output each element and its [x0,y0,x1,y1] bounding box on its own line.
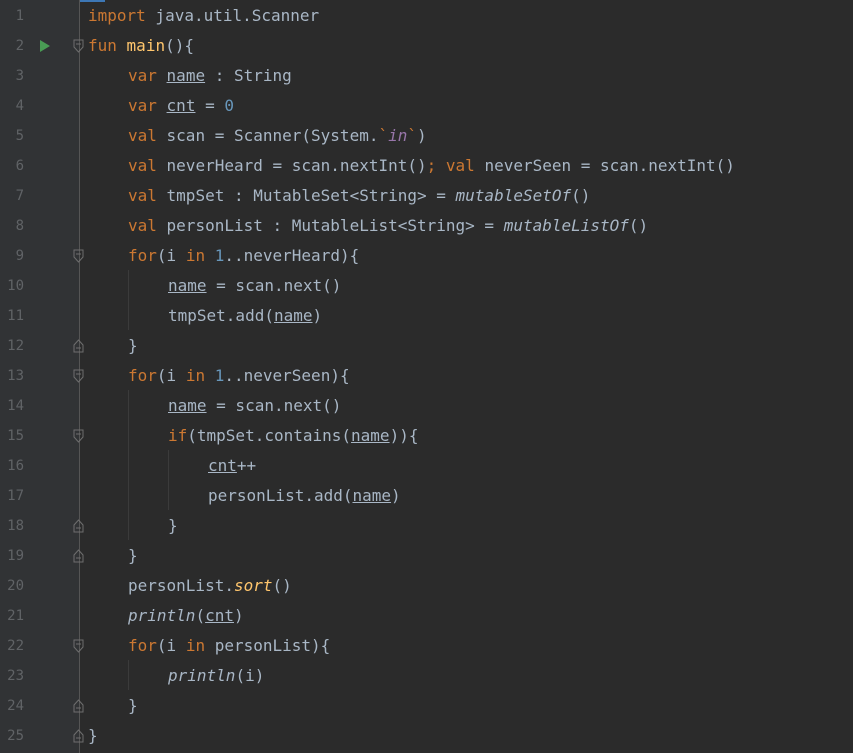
line-number: 10 [7,278,24,294]
code-line[interactable]: 20 personList.sort() [0,571,853,601]
line-number: 19 [7,548,24,564]
code-line[interactable]: 25 } [0,721,853,751]
fold-marker-icon[interactable] [73,39,84,53]
code-text[interactable]: println(i) [168,661,264,691]
code-line[interactable]: 22 for(i in personList){ [0,631,853,661]
line-number: 18 [7,518,24,534]
line-number: 4 [15,98,24,114]
line-number: 8 [15,218,24,234]
code-text[interactable]: } [128,691,138,721]
code-text[interactable]: for(i in personList){ [128,631,330,661]
fold-marker-icon[interactable] [73,429,84,443]
line-number: 22 [7,638,24,654]
code-editor[interactable]: 1 import java.util.Scanner 2 fun main(){… [0,0,853,753]
line-number: 13 [7,368,24,384]
code-text[interactable]: } [88,721,98,751]
code-line[interactable]: 8 val personList : MutableList<String> =… [0,211,853,241]
code-line[interactable]: 12 } [0,331,853,361]
code-line[interactable]: 5 val scan = Scanner(System.`in`) [0,121,853,151]
code-line[interactable]: 6 val neverHeard = scan.nextInt(); val n… [0,151,853,181]
code-line[interactable]: 10 name = scan.next() [0,271,853,301]
line-number: 25 [7,728,24,744]
code-text[interactable]: val tmpSet : MutableSet<String> = mutabl… [128,181,590,211]
code-line[interactable]: 18 } [0,511,853,541]
code-text[interactable]: val scan = Scanner(System.`in`) [128,121,427,151]
code-text[interactable]: val personList : MutableList<String> = m… [128,211,648,241]
line-number: 16 [7,458,24,474]
line-number: 20 [7,578,24,594]
line-number: 12 [7,338,24,354]
line-number: 9 [15,248,24,264]
code-text[interactable]: name = scan.next() [168,391,341,421]
code-line[interactable]: 19 } [0,541,853,571]
code-text[interactable]: import java.util.Scanner [88,1,319,31]
fold-end-marker-icon[interactable] [73,729,84,743]
code-line[interactable]: 11 tmpSet.add(name) [0,301,853,331]
code-text[interactable]: println(cnt) [128,601,244,631]
code-text[interactable]: if(tmpSet.contains(name)){ [168,421,418,451]
code-text[interactable]: tmpSet.add(name) [168,301,322,331]
code-line[interactable]: 17 personList.add(name) [0,481,853,511]
line-number: 3 [15,68,24,84]
line-number: 15 [7,428,24,444]
code-text[interactable]: name = scan.next() [168,271,341,301]
code-line[interactable]: 1 import java.util.Scanner [0,1,853,31]
code-line[interactable]: 24 } [0,691,853,721]
line-number: 17 [7,488,24,504]
code-line[interactable]: 7 val tmpSet : MutableSet<String> = muta… [0,181,853,211]
code-text[interactable]: fun main(){ [88,31,194,61]
fold-end-marker-icon[interactable] [73,339,84,353]
code-line[interactable]: 16 cnt++ [0,451,853,481]
code-text[interactable]: personList.sort() [128,571,292,601]
code-line[interactable]: 15 if(tmpSet.contains(name)){ [0,421,853,451]
line-number: 14 [7,398,24,414]
code-line[interactable]: 13 for(i in 1..neverSeen){ [0,361,853,391]
code-text[interactable]: var name : String [128,61,292,91]
code-text[interactable]: } [168,511,178,541]
fold-marker-icon[interactable] [73,369,84,383]
line-number: 23 [7,668,24,684]
code-text[interactable]: } [128,331,138,361]
code-text[interactable]: for(i in 1..neverSeen){ [128,361,350,391]
code-line[interactable]: 9 for(i in 1..neverHeard){ [0,241,853,271]
code-line[interactable]: 23 println(i) [0,661,853,691]
code-line[interactable]: 2 fun main(){ [0,31,853,61]
code-text[interactable]: personList.add(name) [208,481,401,511]
fold-marker-icon[interactable] [73,639,84,653]
line-number: 24 [7,698,24,714]
code-text[interactable]: cnt++ [208,451,256,481]
run-arrow-icon[interactable] [40,40,50,52]
line-number: 1 [15,8,24,24]
line-number: 5 [15,128,24,144]
code-text[interactable]: for(i in 1..neverHeard){ [128,241,359,271]
fold-end-marker-icon[interactable] [73,699,84,713]
code-line[interactable]: 14 name = scan.next() [0,391,853,421]
code-line[interactable]: 3 var name : String [0,61,853,91]
line-number: 6 [15,158,24,174]
code-text[interactable]: val neverHeard = scan.nextInt(); val nev… [128,151,735,181]
code-line[interactable]: 21 println(cnt) [0,601,853,631]
code-text[interactable]: } [128,541,138,571]
line-number: 21 [7,608,24,624]
fold-marker-icon[interactable] [73,249,84,263]
line-number: 11 [7,308,24,324]
code-line[interactable]: 4 var cnt = 0 [0,91,853,121]
line-number: 2 [15,38,24,54]
code-text[interactable]: var cnt = 0 [128,91,234,121]
line-number: 7 [15,188,24,204]
fold-end-marker-icon[interactable] [73,519,84,533]
fold-end-marker-icon[interactable] [73,549,84,563]
